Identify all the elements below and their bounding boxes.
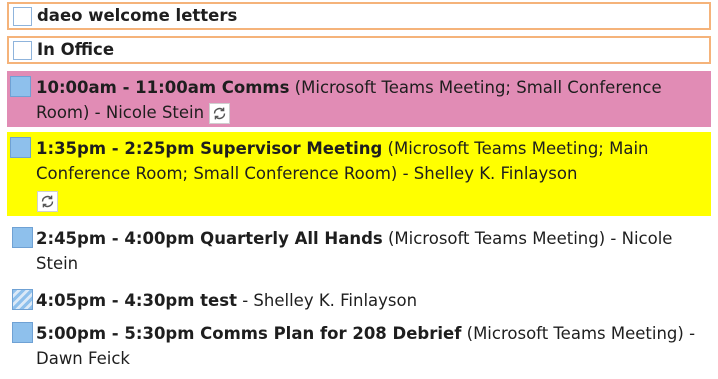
event-row-comms-plan-debrief[interactable]: 5:00pm - 5:30pm Comms Plan for 208 Debri…: [0, 317, 718, 375]
category-color-swatch: [10, 76, 31, 97]
event-text: 5:00pm - 5:30pm Comms Plan for 208 Debri…: [36, 321, 708, 371]
event-row-supervisor-meeting[interactable]: 1:35pm - 2:25pm Supervisor Meeting (Micr…: [7, 132, 711, 216]
task-checkbox[interactable]: [13, 41, 32, 60]
event-time-title: 1:35pm - 2:25pm Supervisor Meeting: [36, 139, 383, 158]
tentative-category-swatch: [12, 289, 33, 310]
event-time-title: 10:00am - 11:00am Comms: [36, 78, 290, 97]
event-row-test[interactable]: 4:05pm - 4:30pm test - Shelley K. Finlay…: [0, 284, 718, 314]
category-color-swatch: [10, 137, 31, 158]
category-color-swatch: [12, 227, 33, 248]
task-label: In Office: [37, 40, 115, 59]
event-details: - Shelley K. Finlayson: [236, 291, 418, 310]
event-text: 2:45pm - 4:00pm Quarterly All Hands (Mic…: [36, 226, 708, 276]
task-checkbox[interactable]: [13, 7, 32, 26]
agenda-list: daeo welcome letters In Office 10:00am -…: [0, 0, 718, 379]
task-row-in-office[interactable]: In Office: [7, 36, 711, 64]
recurring-sync-icon: [37, 191, 58, 212]
category-color-swatch: [12, 322, 33, 343]
task-label: daeo welcome letters: [37, 6, 238, 25]
event-row-comms[interactable]: 10:00am - 11:00am Comms (Microsoft Teams…: [7, 71, 711, 127]
event-time-title: 4:05pm - 4:30pm test: [36, 291, 237, 310]
event-time-title: 2:45pm - 4:00pm Quarterly All Hands: [36, 229, 383, 248]
event-time-title: 5:00pm - 5:30pm Comms Plan for 208 Debri…: [36, 324, 462, 343]
event-text: 4:05pm - 4:30pm test - Shelley K. Finlay…: [36, 288, 708, 313]
recurring-sync-icon: [209, 103, 231, 124]
task-row-welcome-letters[interactable]: daeo welcome letters: [7, 2, 711, 30]
event-text: 10:00am - 11:00am Comms (Microsoft Teams…: [36, 75, 701, 125]
event-row-quarterly-all-hands[interactable]: 2:45pm - 4:00pm Quarterly All Hands (Mic…: [0, 222, 718, 280]
event-text: 1:35pm - 2:25pm Supervisor Meeting (Micr…: [36, 136, 701, 186]
